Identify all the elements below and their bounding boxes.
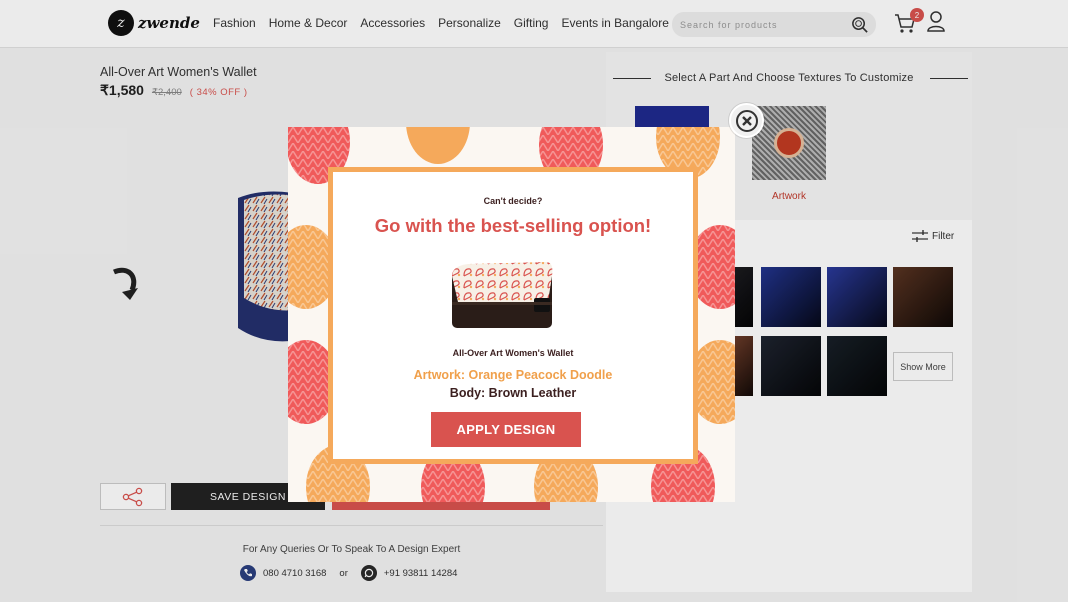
recommended-body: Body: Brown Leather (449, 386, 577, 400)
modal-headline: Go with the best-selling option! (374, 215, 652, 236)
modal-content: Can't decide? Go with the best-selling o… (328, 167, 698, 464)
recommended-artwork: Artwork: Orange Peacock Doodle (413, 368, 613, 382)
recommended-wallet-image (452, 262, 553, 328)
apply-design-button[interactable]: APPLY DESIGN (431, 412, 581, 447)
close-modal-button[interactable] (729, 103, 764, 138)
close-icon (735, 109, 758, 132)
recommended-wallet-name: All-Over Art Women's Wallet (452, 348, 574, 358)
cant-decide-text: Can't decide? (483, 196, 543, 206)
recommendation-modal: Can't decide? Go with the best-selling o… (288, 127, 735, 502)
